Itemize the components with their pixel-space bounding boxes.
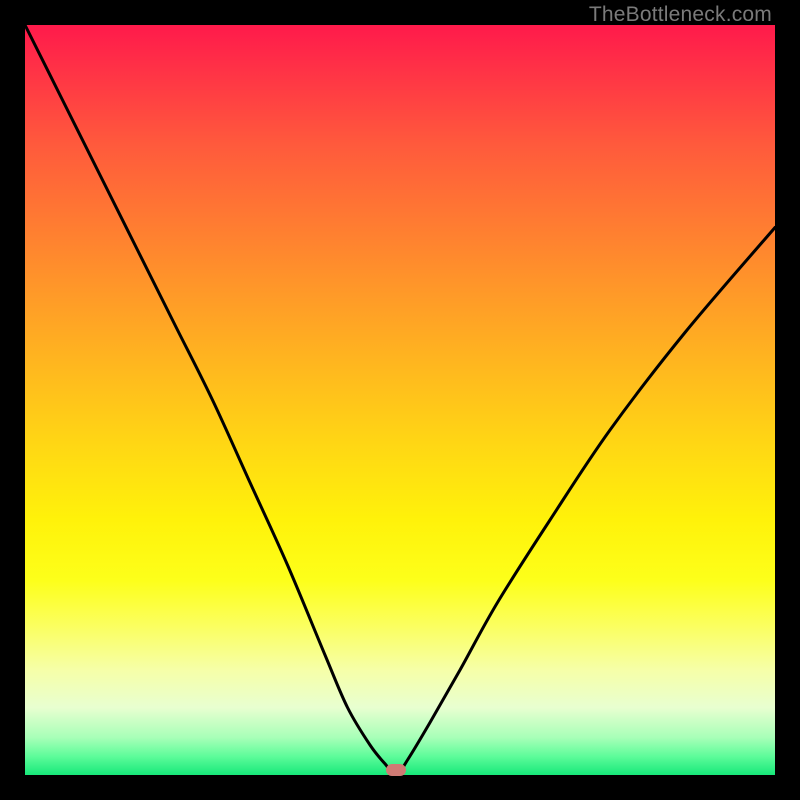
plot-area	[25, 25, 775, 775]
watermark-text: TheBottleneck.com	[589, 3, 772, 27]
chart-frame: TheBottleneck.com	[0, 0, 800, 800]
optimal-point-marker	[386, 764, 406, 776]
bottleneck-curve	[25, 25, 775, 775]
